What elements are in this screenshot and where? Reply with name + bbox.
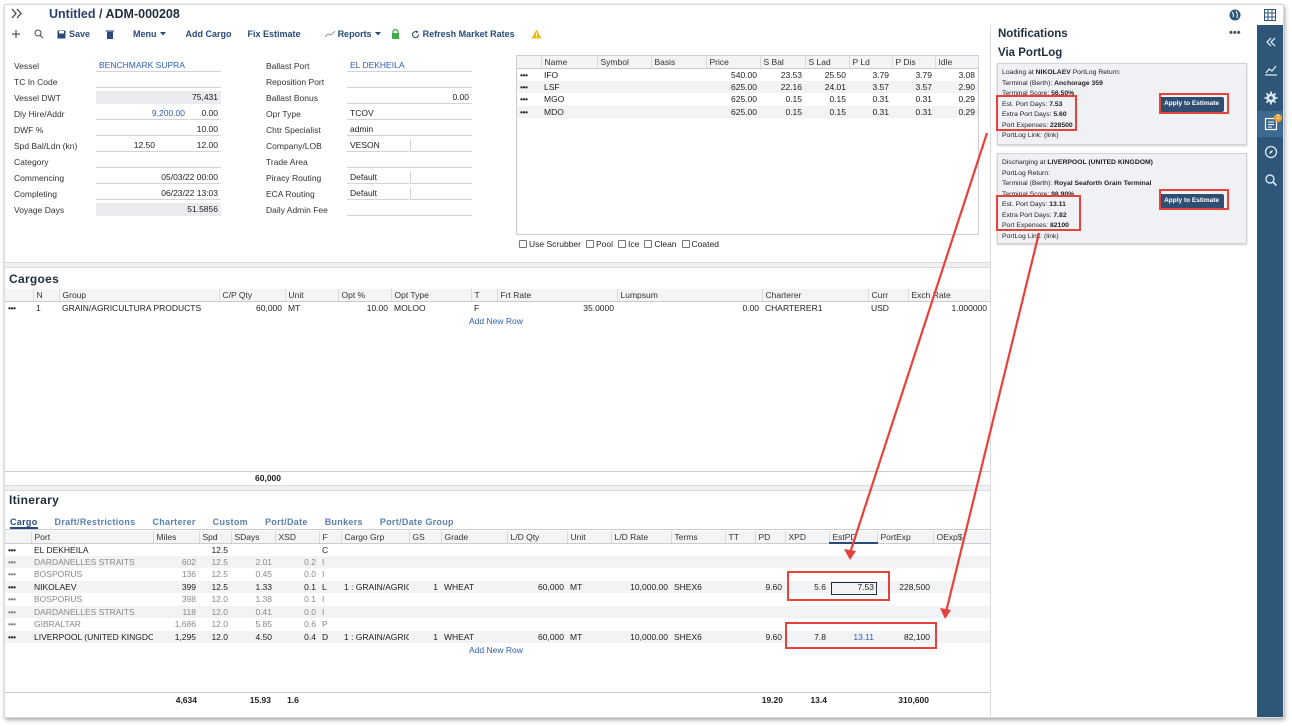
- arrow-loading-to-nikolaev: [848, 132, 989, 554]
- app-window: Untitled / ADM-000208 Save Menu Add Carg…: [4, 4, 1284, 718]
- arrow-head-nikolaev: [844, 549, 856, 560]
- annotation-arrows: [844, 132, 1041, 619]
- arrow-head-liverpool: [940, 608, 951, 619]
- arrow-discharging-to-liverpool: [944, 232, 1041, 613]
